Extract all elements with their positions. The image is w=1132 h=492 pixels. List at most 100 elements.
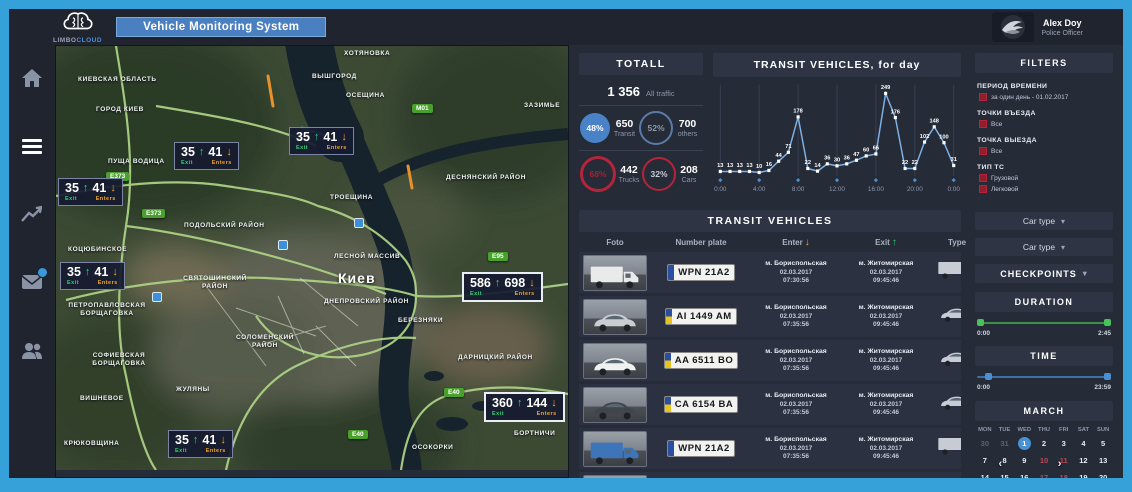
calendar-date[interactable]: 15	[995, 471, 1015, 478]
trucks-percent-circle: 68%	[580, 156, 616, 192]
duration-handle-min[interactable]	[977, 319, 984, 326]
checkpoint-counter-badge[interactable]: 35↑41↓ExitEnters	[168, 430, 233, 458]
calendar-date[interactable]: 3	[1054, 437, 1074, 450]
sidebar-item-home[interactable]	[20, 67, 44, 89]
exit-up-icon: ↑	[314, 131, 320, 143]
vehicle-type-icon	[937, 434, 961, 463]
filter-option[interactable]: Легковой	[977, 185, 1111, 193]
sidebar-item-contacts[interactable]	[20, 339, 44, 361]
calendar: MARCH ‹ › MONTUEWEDTHUFRISATSUN303112345…	[975, 401, 1113, 478]
enters-down-icon: ↓	[220, 434, 226, 446]
vehicle-photo	[583, 431, 647, 467]
svg-text:178: 178	[793, 109, 803, 115]
calendar-date[interactable]: 19	[1074, 471, 1094, 478]
table-row[interactable]: WPN 21A2м. Бориспольская02.03.201707:35:…	[579, 428, 961, 469]
calendar-date[interactable]: 9	[1014, 454, 1034, 467]
others-value: 700	[679, 118, 697, 130]
calendar-date[interactable]: 5	[1093, 437, 1113, 450]
brain-logo-icon	[61, 11, 95, 36]
calendar-date[interactable]: 4	[1074, 437, 1094, 450]
col-enter[interactable]: Enter↓	[751, 237, 841, 248]
time-handle-min[interactable]	[985, 373, 992, 380]
map-pin-icon[interactable]	[278, 240, 288, 250]
calendar-date[interactable]: 10	[1034, 454, 1054, 467]
table-row[interactable]: WPN 21A2м. Бориспольская02.03.201707:30:…	[579, 252, 961, 293]
table-row[interactable]: AI 1449 AMм. Бориспольская02.03.201707:3…	[579, 296, 961, 337]
calendar-date[interactable]: 7	[975, 454, 995, 467]
table-row[interactable]: AA 6511 BOм. Бориспольская02.03.201707:3…	[579, 472, 961, 478]
calendar-date[interactable]: 1	[1018, 437, 1031, 450]
checkpoint-counter-badge[interactable]: 360↑144↓ExitEnters	[484, 392, 565, 422]
sidebar-item-statistics[interactable]	[20, 203, 44, 225]
transit-value: 650	[616, 118, 634, 130]
checkpoint-counter-badge[interactable]: 35↑41↓ExitEnters	[60, 262, 125, 290]
top-bar: LIMBOCLOUD Vehicle Monitoring System Ale…	[9, 9, 1123, 45]
time-slider[interactable]	[977, 373, 1111, 381]
vehicle-photo	[583, 343, 647, 379]
map-region-label: СОФИЕВСКАЯ БОРЩАГОВКА	[76, 352, 162, 368]
checkpoint-counter-badge[interactable]: 35↑41↓ExitEnters	[289, 127, 354, 155]
table-row[interactable]: CA 6154 BAм. Бориспольская02.03.201707:3…	[579, 384, 961, 425]
brand-logo[interactable]: LIMBOCLOUD	[53, 11, 102, 44]
calendar-date[interactable]: 18	[1054, 471, 1074, 478]
svg-text:8:00: 8:00	[792, 186, 805, 193]
filter-option[interactable]: Все	[977, 147, 1111, 155]
svg-text:22: 22	[902, 160, 908, 166]
transit-line-chart[interactable]: 0:004:008:0012:0016:0020:000:00131313131…	[713, 77, 961, 202]
table-row[interactable]: AA 6511 BOм. Бориспольская02.03.201707:3…	[579, 340, 961, 381]
map-pin-icon[interactable]	[354, 218, 364, 228]
vehicle-type-icon	[937, 302, 961, 331]
svg-text:16: 16	[766, 162, 772, 168]
vehicle-type-icon	[937, 258, 961, 287]
city-map[interactable]: Киев ХОТЯНОВКАКИЕВСКАЯ ОБЛАСТЬВЫШГОРОДОС…	[55, 45, 569, 478]
duration-slider[interactable]	[977, 319, 1111, 327]
user-profile[interactable]: Alex Doy Police Officer	[992, 12, 1114, 42]
duration-handle-max[interactable]	[1104, 319, 1111, 326]
enters-down-icon: ↓	[551, 397, 557, 409]
calendar-date[interactable]: 20	[1093, 471, 1113, 478]
menu-icon	[20, 135, 44, 157]
map-region-label: КИЕВСКАЯ ОБЛАСТЬ	[78, 76, 157, 84]
calendar-date[interactable]: 12	[1074, 454, 1094, 467]
calendar-prev-icon[interactable]: ‹	[998, 458, 1002, 470]
enter-info: м. Бориспольская02.03.201707:35:56	[765, 304, 826, 330]
map-pin-icon[interactable]	[152, 292, 162, 302]
map-region-label: ДАРНИЦКИЙ РАЙОН	[458, 354, 533, 362]
filter-option[interactable]: Грузовой	[977, 174, 1111, 182]
filter-option[interactable]: за один день - 01.02.2017	[977, 93, 1111, 101]
time-min: 0:00	[977, 384, 990, 391]
number-plate: WPN 21A2	[667, 440, 735, 457]
map-region-label: СВЯТОШИНСКИЙ РАЙОН	[172, 275, 258, 291]
user-name: Alex Doy	[1043, 18, 1082, 28]
svg-text:16:00: 16:00	[868, 186, 884, 193]
calendar-date[interactable]: 14	[975, 471, 995, 478]
calendar-date[interactable]: 30	[975, 437, 995, 450]
svg-text:36: 36	[844, 156, 850, 162]
calendar-date[interactable]: 16	[1014, 471, 1034, 478]
time-handle-max[interactable]	[1104, 373, 1111, 380]
calendar-date[interactable]: 2	[1034, 437, 1054, 450]
col-exit[interactable]: Exit↑	[841, 237, 931, 248]
time-title: TIME	[975, 346, 1113, 366]
checkpoints-dropdown[interactable]: CHECKPOINTS▾	[975, 264, 1113, 283]
exit-up-icon: ↑	[85, 266, 91, 278]
chevron-down-icon: ▾	[1061, 217, 1065, 226]
sidebar-item-messages[interactable]	[20, 271, 44, 293]
filter-option[interactable]: Все	[977, 120, 1111, 128]
car-type-dropdown-2[interactable]: Car type▾	[975, 238, 1113, 256]
others-percent-circle: 52%	[639, 111, 673, 145]
col-foto: Foto	[579, 238, 651, 247]
calendar-date[interactable]: 13	[1093, 454, 1113, 467]
calendar-date[interactable]: 11	[1054, 454, 1074, 467]
calendar-next-icon[interactable]: ›	[1058, 458, 1062, 470]
checkpoint-counter-badge[interactable]: 35↑41↓ExitEnters	[58, 178, 123, 206]
vehicle-photo	[583, 299, 647, 335]
checkpoint-counter-badge[interactable]: 35↑41↓ExitEnters	[174, 142, 239, 170]
car-type-dropdown-1[interactable]: Car type▾	[975, 212, 1113, 230]
calendar-date[interactable]: 17	[1034, 471, 1054, 478]
sidebar-item-menu[interactable]	[20, 135, 44, 157]
checkpoint-counter-badge[interactable]: 586↑698↓ExitEnters	[462, 272, 543, 302]
enters-down-icon: ↓	[226, 146, 232, 158]
sort-down-icon: ↓	[805, 237, 810, 248]
calendar-date[interactable]: 31	[995, 437, 1015, 450]
